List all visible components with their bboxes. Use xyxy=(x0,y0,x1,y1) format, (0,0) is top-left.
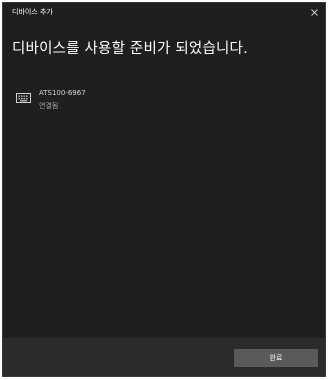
page-title: 디바이스를 사용할 준비가 되었습니다. xyxy=(12,41,248,57)
dialog-footer: 완료 xyxy=(3,338,325,376)
device-status: 연결됨 xyxy=(39,102,59,110)
done-button[interactable]: 완료 xyxy=(234,349,318,367)
keyboard-icon xyxy=(16,93,31,103)
window-title: 디바이스 추가 xyxy=(12,8,53,16)
device-name: ATS100-6967 xyxy=(39,89,86,97)
add-device-dialog: 디바이스 추가 디바이스를 사용할 준비가 되었습니다. ATS100-6967… xyxy=(2,2,326,377)
device-item: ATS100-6967 연결됨 xyxy=(12,89,212,115)
close-icon xyxy=(311,9,318,16)
close-button[interactable] xyxy=(303,3,325,21)
title-bar: 디바이스 추가 xyxy=(3,3,325,21)
